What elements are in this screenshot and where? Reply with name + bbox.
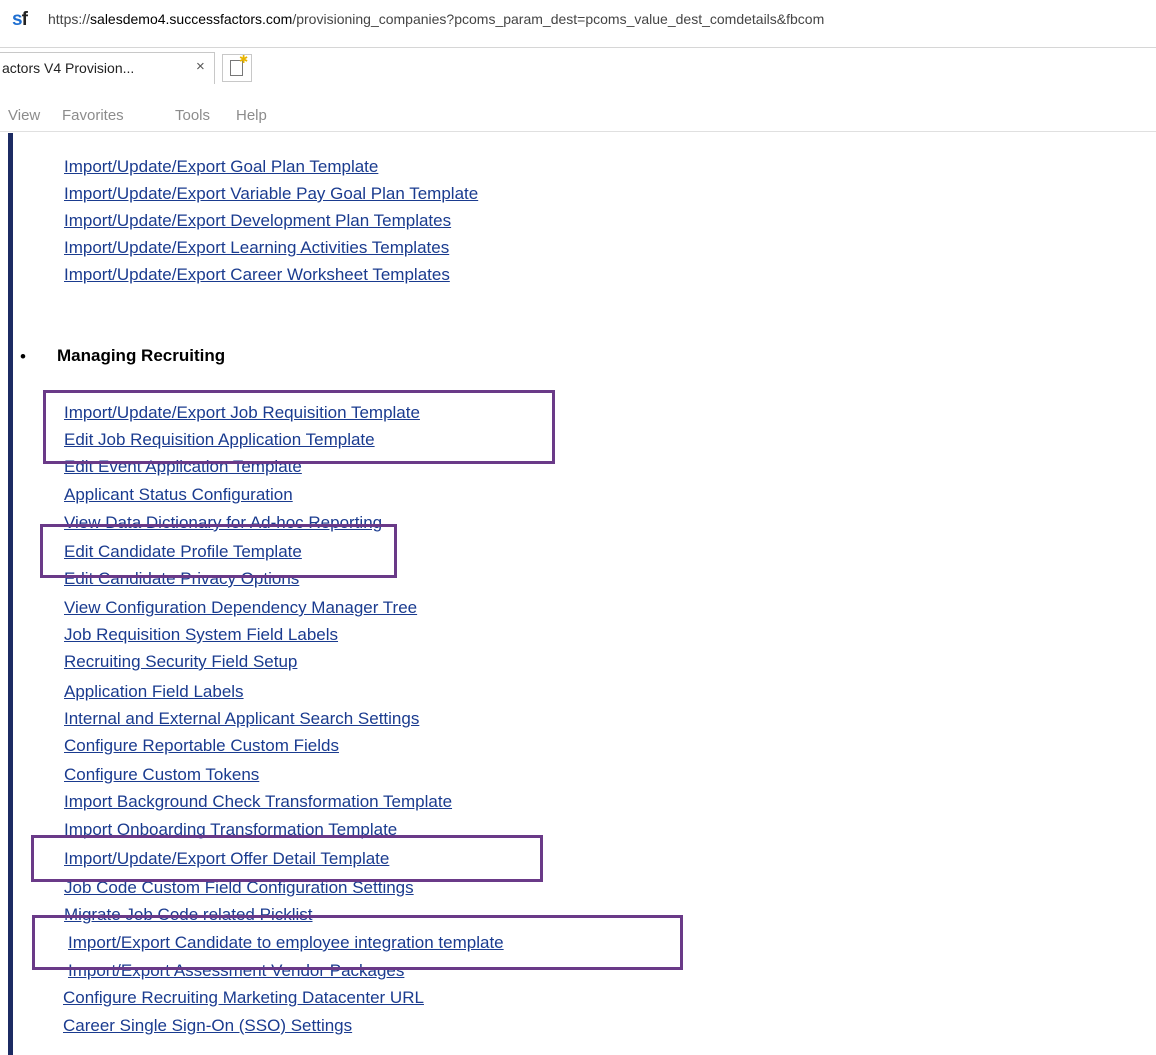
star-icon: ✱ bbox=[239, 54, 249, 66]
highlight-box-job-requisition bbox=[43, 390, 555, 464]
highlight-box-offer-detail bbox=[31, 835, 543, 882]
link-recruiting-security-field-setup[interactable]: Recruiting Security Field Setup bbox=[64, 652, 297, 672]
new-tab-button[interactable]: ✱ bbox=[222, 54, 252, 82]
url-text[interactable]: https://salesdemo4.successfactors.com/pr… bbox=[48, 11, 824, 27]
link-applicant-search-settings[interactable]: Internal and External Applicant Search S… bbox=[64, 709, 419, 729]
menu-bar: View Favorites Tools Help bbox=[0, 99, 1156, 132]
menu-tools[interactable]: Tools bbox=[175, 107, 210, 124]
link-development-plan-templates[interactable]: Import/Update/Export Development Plan Te… bbox=[64, 211, 451, 231]
bullet-icon: • bbox=[20, 347, 26, 366]
link-variable-pay-goal-plan[interactable]: Import/Update/Export Variable Pay Goal P… bbox=[64, 184, 478, 204]
tab-active[interactable]: actors V4 Provision... × bbox=[0, 52, 215, 84]
tab-title: actors V4 Provision... bbox=[2, 60, 135, 76]
menu-view[interactable]: View bbox=[8, 107, 40, 124]
link-goal-plan-template[interactable]: Import/Update/Export Goal Plan Template bbox=[64, 157, 378, 177]
link-background-check-template[interactable]: Import Background Check Transformation T… bbox=[64, 792, 452, 812]
link-career-sso-settings[interactable]: Career Single Sign-On (SSO) Settings bbox=[63, 1016, 352, 1036]
highlight-box-candidate-profile bbox=[40, 524, 397, 578]
link-learning-activities-templates[interactable]: Import/Update/Export Learning Activities… bbox=[64, 238, 449, 258]
highlight-box-candidate-employee bbox=[32, 915, 683, 970]
link-application-field-labels[interactable]: Application Field Labels bbox=[64, 682, 244, 702]
link-career-worksheet-templates[interactable]: Import/Update/Export Career Worksheet Te… bbox=[64, 265, 450, 285]
site-logo: sf bbox=[12, 9, 28, 30]
link-dependency-manager-tree[interactable]: View Configuration Dependency Manager Tr… bbox=[64, 598, 417, 618]
menu-favorites[interactable]: Favorites bbox=[62, 107, 124, 124]
section-heading-managing-recruiting: Managing Recruiting bbox=[57, 346, 226, 365]
link-applicant-status-configuration[interactable]: Applicant Status Configuration bbox=[64, 485, 293, 505]
link-custom-tokens[interactable]: Configure Custom Tokens bbox=[64, 765, 259, 785]
menu-help[interactable]: Help bbox=[236, 107, 267, 124]
left-frame-bar bbox=[8, 133, 13, 1055]
link-job-requisition-field-labels[interactable]: Job Requisition System Field Labels bbox=[64, 625, 338, 645]
link-marketing-datacenter-url[interactable]: Configure Recruiting Marketing Datacente… bbox=[63, 988, 424, 1008]
tab-bar: actors V4 Provision... × ✱ bbox=[0, 47, 1156, 84]
close-icon[interactable]: × bbox=[196, 58, 205, 75]
link-reportable-custom-fields[interactable]: Configure Reportable Custom Fields bbox=[64, 736, 339, 756]
address-bar[interactable]: sf https://salesdemo4.successfactors.com… bbox=[0, 0, 1156, 38]
